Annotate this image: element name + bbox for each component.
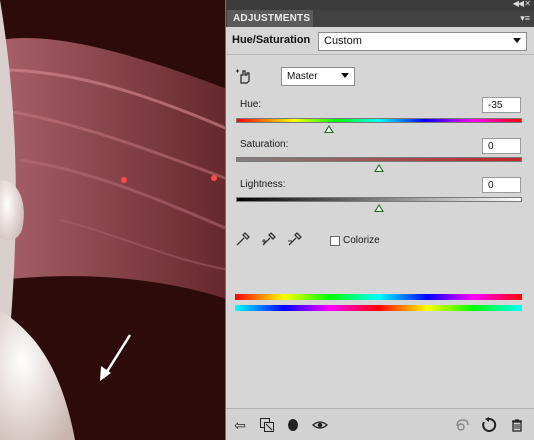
adjustment-title: Hue/Saturation bbox=[232, 34, 311, 46]
close-icon[interactable]: ✕ bbox=[524, 0, 531, 8]
adjustments-panel: ◀◀ ✕ ADJUSTMENTS ▾≡ Hue/Saturation Custo… bbox=[225, 0, 534, 440]
lightness-slider-track[interactable] bbox=[236, 197, 522, 202]
colorize-checkbox[interactable] bbox=[330, 236, 340, 246]
hue-label: Hue: bbox=[240, 99, 262, 110]
chevron-down-icon bbox=[513, 38, 521, 43]
adjustment-header: Hue/Saturation Custom bbox=[226, 27, 534, 55]
hue-value-input[interactable]: -35 bbox=[482, 97, 521, 113]
hair-artwork bbox=[0, 0, 230, 440]
preset-select[interactable]: Custom bbox=[318, 32, 527, 51]
layer-visibility-circle-icon[interactable] bbox=[285, 417, 301, 433]
panel-menu-icon[interactable]: ▾≡ bbox=[520, 13, 530, 24]
output-color-spectrum bbox=[235, 305, 522, 311]
tab-adjustments[interactable]: ADJUSTMENTS bbox=[227, 10, 313, 27]
saturation-value-input[interactable]: 0 bbox=[482, 138, 521, 154]
saturation-slider-track[interactable] bbox=[236, 157, 522, 162]
view-previous-icon[interactable] bbox=[454, 417, 470, 433]
panel-top-strip: ◀◀ ✕ bbox=[226, 0, 534, 10]
eyedropper-plus-icon[interactable] bbox=[261, 231, 279, 249]
lightness-value-input[interactable]: 0 bbox=[482, 177, 521, 193]
eyedropper-minus-icon[interactable] bbox=[287, 231, 305, 249]
reset-icon[interactable] bbox=[481, 417, 497, 433]
collapse-arrows-icon[interactable]: ◀◀ bbox=[513, 0, 524, 8]
hue-slider-thumb[interactable] bbox=[324, 125, 334, 133]
channel-value: Master bbox=[287, 71, 318, 82]
panel-tab-row: ADJUSTMENTS ▾≡ bbox=[226, 10, 534, 27]
preset-value: Custom bbox=[324, 35, 362, 47]
panel-bottom-toolbar: ⇦ bbox=[226, 408, 534, 440]
clip-to-layer-icon[interactable] bbox=[259, 417, 275, 433]
eye-icon[interactable] bbox=[312, 417, 328, 433]
hue-slider-track[interactable] bbox=[236, 118, 522, 123]
eyedropper-icon[interactable] bbox=[235, 231, 253, 249]
trash-icon[interactable] bbox=[509, 417, 525, 433]
saturation-label: Saturation: bbox=[240, 139, 289, 150]
channel-select[interactable]: Master bbox=[281, 67, 355, 86]
chevron-down-icon bbox=[341, 73, 349, 78]
lightness-slider-thumb[interactable] bbox=[374, 204, 384, 212]
input-color-spectrum bbox=[235, 294, 522, 300]
return-arrow-icon[interactable]: ⇦ bbox=[232, 417, 248, 433]
saturation-slider-thumb[interactable] bbox=[374, 164, 384, 172]
lightness-label: Lightness: bbox=[240, 179, 286, 190]
on-image-adjust-hand-icon[interactable] bbox=[235, 67, 253, 85]
colorize-label: Colorize bbox=[343, 235, 380, 246]
